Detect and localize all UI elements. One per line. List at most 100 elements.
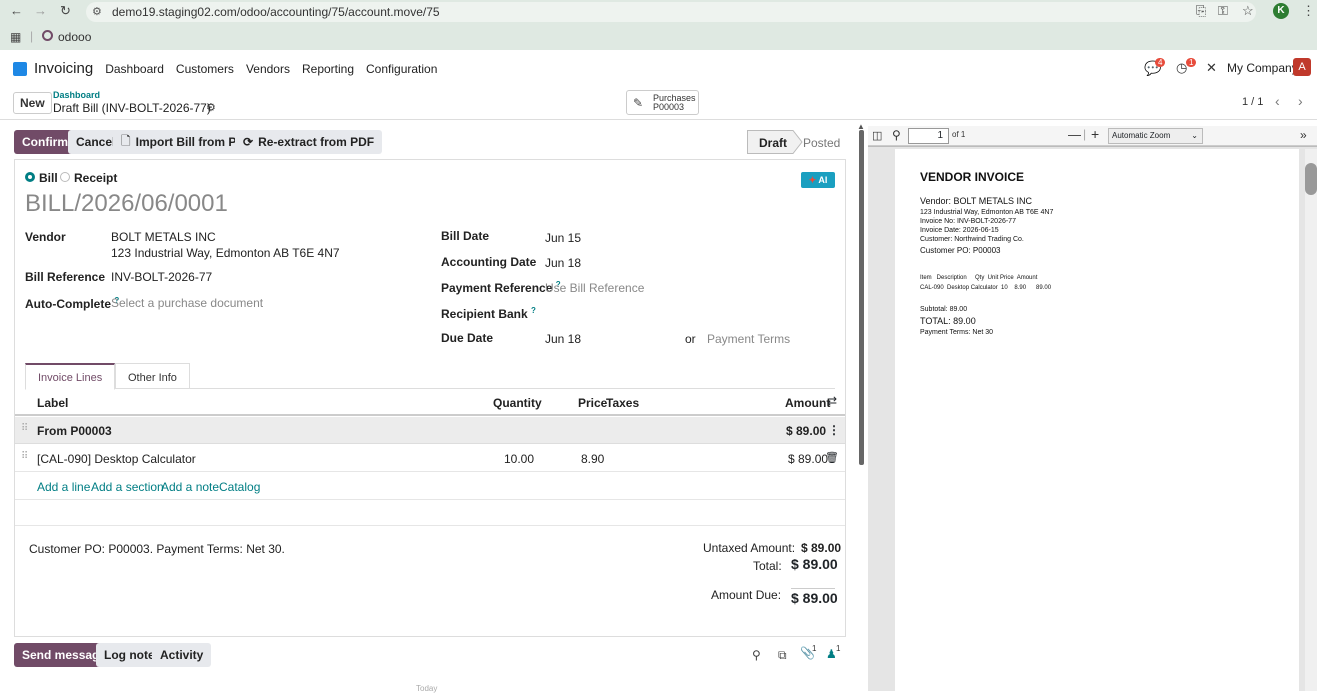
- col-price[interactable]: Price: [578, 396, 607, 410]
- add-line-link[interactable]: Add a line: [37, 480, 90, 494]
- purchases-smart-button[interactable]: ✎ Purchases P00003: [626, 90, 699, 115]
- bill-date-field[interactable]: Jun 15: [545, 231, 581, 245]
- pdf-customer-po: Customer PO: P00003: [920, 246, 1001, 255]
- password-key-icon[interactable]: ⚿: [1218, 3, 1228, 19]
- status-draft[interactable]: Draft: [759, 136, 787, 150]
- user-avatar[interactable]: A: [1293, 58, 1311, 76]
- menu-reporting[interactable]: Reporting: [302, 62, 354, 76]
- radio-bill-label[interactable]: Bill: [39, 171, 58, 185]
- zoom-select[interactable]: Automatic Zoom ⌄: [1108, 128, 1203, 144]
- ai-badge[interactable]: ✦ AI: [801, 172, 835, 188]
- optional-columns-icon[interactable]: ⇄: [827, 394, 837, 408]
- form-sheet: Bill Receipt ✦ AI BILL/2026/06/0001 Vend…: [14, 159, 846, 637]
- apps-grid-icon[interactable]: ▦: [10, 30, 21, 44]
- tab-other-info[interactable]: Other Info: [115, 363, 190, 389]
- bookmark-odooo[interactable]: odooo: [58, 30, 91, 44]
- catalog-link[interactable]: Catalog: [219, 480, 260, 494]
- line-label[interactable]: [CAL-090] Desktop Calculator: [37, 452, 196, 466]
- pdf-scrollbar-thumb[interactable]: [1305, 163, 1317, 195]
- menu-dashboard[interactable]: Dashboard: [105, 62, 164, 76]
- bill-reference-field[interactable]: INV-BOLT-2026-77: [111, 270, 212, 284]
- col-taxes[interactable]: Taxes: [606, 396, 639, 410]
- address-bar[interactable]: ⚙ demo19.staging02.com/odoo/accounting/7…: [86, 2, 1256, 22]
- expand-chatter-icon[interactable]: ⧉: [778, 648, 787, 663]
- due-date-field[interactable]: Jun 18: [545, 332, 581, 346]
- col-amount[interactable]: Amount: [785, 396, 830, 410]
- line-quantity[interactable]: 10.00: [504, 452, 534, 466]
- radio-receipt-label[interactable]: Receipt: [74, 171, 117, 185]
- add-note-link[interactable]: Add a note: [161, 480, 219, 494]
- pager-value[interactable]: 1 / 1: [1242, 96, 1263, 108]
- recipient-bank-label: Recipient Bank ?: [441, 306, 536, 321]
- zoom-select-value: Automatic Zoom: [1112, 131, 1171, 140]
- payment-reference-input[interactable]: Use Bill Reference: [545, 281, 644, 295]
- auto-complete-input[interactable]: Select a purchase document: [111, 296, 263, 310]
- form-scrollbar[interactable]: [859, 130, 864, 465]
- radio-receipt[interactable]: [60, 172, 70, 182]
- bill-reference-label: Bill Reference: [25, 270, 106, 284]
- page-count: of 1: [952, 130, 966, 139]
- browser-menu-icon[interactable]: ⋮: [1302, 3, 1315, 19]
- reload-icon[interactable]: ↻: [60, 3, 71, 19]
- sidebar-toggle-icon[interactable]: ◫: [872, 129, 882, 142]
- due-date-label: Due Date: [441, 331, 494, 345]
- pager-prev-icon[interactable]: ‹: [1275, 93, 1280, 109]
- menu-customers[interactable]: Customers: [176, 62, 234, 76]
- debug-tools-icon[interactable]: ✕: [1206, 60, 1217, 76]
- confirm-button[interactable]: Confirm: [14, 130, 76, 154]
- vendor-field[interactable]: BOLT METALS INC: [111, 230, 216, 244]
- search-messages-icon[interactable]: ⚲: [752, 648, 761, 662]
- tab-invoice-lines[interactable]: Invoice Lines: [25, 363, 116, 390]
- pdf-tools-icon[interactable]: »: [1300, 128, 1307, 142]
- purchase-edit-icon: ✎: [633, 96, 644, 110]
- pdf-scrollbar[interactable]: [1305, 149, 1317, 691]
- drag-handle-icon[interactable]: ⠿: [21, 451, 28, 462]
- payment-reference-label: Payment Reference ?: [441, 280, 561, 295]
- pdf-search-icon[interactable]: ⚲: [892, 128, 901, 142]
- narration-note[interactable]: Customer PO: P00003. Payment Terms: Net …: [29, 542, 285, 556]
- menu-configuration[interactable]: Configuration: [366, 62, 437, 76]
- line-price[interactable]: 8.90: [581, 452, 604, 466]
- payment-terms-input[interactable]: Payment Terms: [707, 332, 790, 346]
- col-label[interactable]: Label: [37, 396, 68, 410]
- delete-line-icon[interactable]: 🗑: [825, 451, 839, 464]
- company-switcher[interactable]: My Company: [1227, 61, 1298, 75]
- drag-handle-icon[interactable]: ⠿: [21, 423, 28, 434]
- section-row[interactable]: ⠿ From P00003 $ 89.00 ⋮: [15, 417, 845, 444]
- reextract-pdf-button[interactable]: ⟳ Re-extract from PDF: [235, 130, 383, 154]
- cast-icon[interactable]: ⎘: [1196, 3, 1206, 19]
- section-label[interactable]: From P00003: [37, 424, 112, 438]
- forward-icon[interactable]: →: [34, 3, 47, 18]
- radio-bill[interactable]: [25, 172, 35, 182]
- menu-vendors[interactable]: Vendors: [246, 62, 290, 76]
- zoom-out-icon[interactable]: —: [1068, 127, 1081, 142]
- add-section-link[interactable]: Add a section: [91, 480, 164, 494]
- zoom-in-icon[interactable]: +: [1091, 126, 1099, 142]
- section-menu-icon[interactable]: ⋮: [828, 423, 840, 437]
- amount-due-value: $ 89.00: [791, 590, 838, 606]
- empty-row: [15, 500, 845, 526]
- app-name[interactable]: Invoicing: [34, 60, 93, 77]
- pager-next-icon[interactable]: ›: [1298, 93, 1303, 109]
- scroll-up-icon[interactable]: ▲: [857, 122, 865, 131]
- table-row[interactable]: ⠿ [CAL-090] Desktop Calculator 10.00 8.9…: [15, 444, 845, 472]
- totals-divider: [791, 588, 835, 589]
- record-settings-gear-icon[interactable]: ⚙: [206, 101, 216, 114]
- total-value: $ 89.00: [791, 556, 838, 572]
- help-tooltip-icon[interactable]: ?: [531, 306, 536, 315]
- page-number-input[interactable]: 1: [908, 128, 949, 144]
- activity-button[interactable]: Activity: [152, 643, 212, 667]
- control-panel: New Dashboard Draft Bill (INV-BOLT-2026-…: [0, 86, 1317, 120]
- or-text: or: [685, 332, 696, 346]
- bill-number: BILL/2026/06/0001: [25, 190, 228, 217]
- profile-avatar[interactable]: K: [1273, 3, 1289, 19]
- status-bar: Draft Posted: [747, 130, 845, 154]
- status-posted[interactable]: Posted: [803, 136, 840, 150]
- accounting-date-field[interactable]: Jun 18: [545, 256, 581, 270]
- new-button[interactable]: New: [13, 92, 52, 114]
- bookmark-star-icon[interactable]: ☆: [1242, 3, 1254, 19]
- back-icon[interactable]: ←: [10, 3, 23, 18]
- breadcrumb-dashboard[interactable]: Dashboard: [53, 90, 100, 100]
- col-quantity[interactable]: Quantity: [493, 396, 542, 410]
- site-info-icon[interactable]: ⚙: [92, 5, 102, 18]
